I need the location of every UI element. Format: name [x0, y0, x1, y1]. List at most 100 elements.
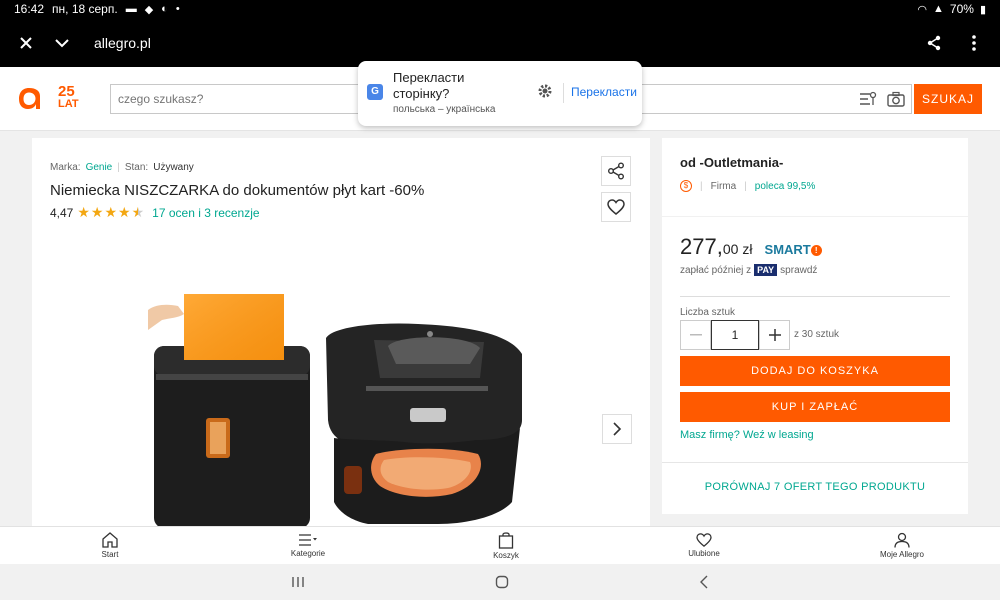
next-image-button[interactable] [602, 414, 632, 444]
star-icon: ★ [104, 204, 118, 220]
google-translate-icon: G [367, 84, 383, 100]
url-text[interactable]: allegro.pl [94, 35, 151, 51]
quantity-available: z 30 sztuk [794, 329, 840, 340]
bag-icon [498, 532, 514, 549]
vpn-icon: ◐ [161, 3, 168, 15]
battery-level: 70% [949, 2, 974, 16]
folder-icon: ▬ [125, 3, 137, 15]
share-icon [927, 35, 941, 50]
meta-separator: | [744, 180, 747, 192]
status-bar: 16:42 пн, 18 серп. ▬ ◆ ◐ • ◠ ▲ 70% ▮ [0, 0, 1000, 18]
battery-icon: ▮ [979, 3, 986, 16]
rating-row: 4,47 ★ ★ ★ ★ ★ 17 ocen i 3 recenzje [50, 204, 260, 221]
price-decimal: 00 [722, 241, 739, 257]
chevron-down-icon [55, 38, 69, 47]
anniversary-text: LAT [58, 98, 79, 110]
allegro-logo[interactable] [17, 85, 41, 111]
gear-icon [538, 84, 552, 98]
buy-now-button[interactable]: KUP I ZAPŁAĆ [680, 392, 950, 422]
more-options-button[interactable] [960, 29, 988, 57]
half-star-icon: ★ [131, 204, 145, 220]
close-tab-button[interactable] [12, 29, 40, 57]
recent-apps-icon[interactable] [291, 576, 305, 588]
nav-my-allegro[interactable]: Moje Allegro [872, 527, 932, 564]
menu-icon [299, 534, 317, 546]
price-currency: zł [742, 241, 753, 257]
meta-separator: | [117, 162, 120, 173]
status-time: 16:42 [14, 2, 45, 16]
filter-list-icon[interactable] [859, 91, 877, 107]
state-value: Używany [153, 162, 194, 173]
nav-label: Start [101, 550, 119, 559]
star-icon: ★ [118, 204, 131, 220]
reviews-link[interactable]: 17 ocen i 3 recenzje [152, 206, 259, 220]
leasing-link[interactable]: Masz firmę? Weź w leasing [680, 429, 814, 441]
translate-languages: польська – українська [393, 104, 496, 115]
state-label: Stan: [124, 162, 149, 173]
search-button[interactable]: SZUKAJ [914, 84, 982, 114]
smart-label: SMART [764, 242, 811, 257]
quantity-input[interactable]: 1 [711, 320, 759, 350]
browser-toolbar: allegro.pl [0, 18, 1000, 67]
nav-cart[interactable]: Koszyk [476, 527, 536, 564]
close-icon [20, 36, 32, 49]
pay-badge: PAY [754, 264, 778, 276]
translate-title: Перекласти сторінку? [393, 70, 465, 101]
paylater-check-link[interactable]: sprawdź [780, 265, 817, 276]
seller-name[interactable]: od -Outletmania- [680, 155, 783, 170]
dot-icon: • [175, 3, 180, 15]
paylater-prefix: zapłać później z [680, 264, 752, 276]
quantity-label: Liczba sztuk [680, 307, 736, 318]
heart-icon [607, 199, 625, 215]
product-meta: Marka: Genie | Stan: Używany [50, 162, 194, 173]
super-seller-icon: $ [680, 180, 692, 192]
product-card: Marka: Genie | Stan: Używany Niemiecka N… [32, 138, 650, 526]
search-input[interactable] [111, 85, 351, 113]
user-icon [894, 532, 910, 548]
divider [563, 83, 564, 103]
settings-button[interactable] [537, 83, 553, 99]
minimize-button[interactable] [48, 29, 76, 57]
star-icon: ★ [90, 204, 104, 220]
anniversary-number: 25 [58, 83, 75, 100]
nav-label: Moje Allegro [879, 550, 925, 559]
add-to-favorites-button[interactable] [601, 192, 631, 222]
share-icon [608, 162, 624, 180]
price-integer: 277, [680, 234, 723, 259]
seller-recommendation[interactable]: poleca 99,5% [755, 181, 816, 192]
meta-separator: | [700, 180, 703, 192]
camera-icon[interactable] [887, 91, 905, 107]
brand-link[interactable]: Genie [86, 162, 113, 173]
minus-icon [689, 334, 702, 336]
share-page-button[interactable] [920, 29, 948, 57]
compare-offers-link[interactable]: PORÓWNAJ 7 OFERT TEGO PRODUKTU [662, 481, 968, 493]
pay-later-row: zapłać później z PAY sprawdź [680, 264, 817, 276]
nav-categories[interactable]: Kategorie [278, 527, 338, 564]
price: 277, 00 zł SMART! [680, 234, 822, 260]
translate-button[interactable]: Перекласти [571, 85, 637, 99]
home-icon [102, 532, 118, 548]
divider [680, 296, 950, 297]
increase-quantity-button[interactable] [759, 320, 790, 350]
status-date: пн, 18 серп. [52, 2, 118, 16]
wifi-icon: ◠ [917, 3, 928, 16]
star-icon: ★ [77, 204, 90, 220]
translate-popup: G Перекласти сторінку? польська – україн… [358, 61, 642, 126]
seller-type: Firma [710, 180, 737, 192]
rating-value: 4,47 [50, 205, 74, 220]
quantity-stepper: 1 [680, 320, 790, 350]
system-navigation [0, 564, 1000, 600]
nav-start[interactable]: Start [80, 527, 140, 564]
shield-icon: ◆ [144, 3, 154, 16]
rating-stars: ★ ★ ★ ★ ★ [77, 204, 144, 221]
divider [662, 462, 968, 463]
brand-label: Marka: [50, 162, 81, 173]
nav-favorites[interactable]: Ulubione [674, 527, 734, 564]
product-image[interactable] [148, 290, 528, 526]
decrease-quantity-button[interactable] [680, 320, 711, 350]
back-icon[interactable] [699, 575, 709, 589]
add-to-cart-button[interactable]: DODAJ DO KOSZYKA [680, 356, 950, 386]
share-product-button[interactable] [601, 156, 631, 186]
chevron-right-icon [613, 422, 622, 436]
home-button-icon[interactable] [495, 575, 509, 589]
